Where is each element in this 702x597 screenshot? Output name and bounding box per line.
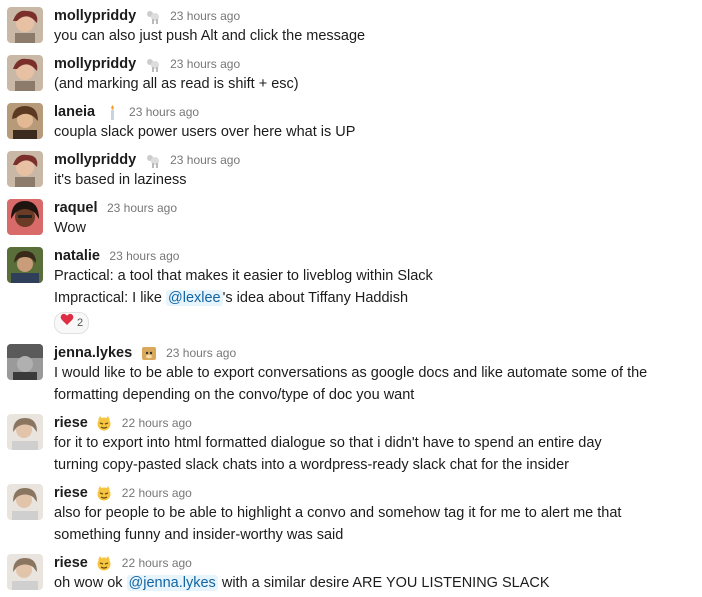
user-name[interactable]: mollypriddy bbox=[54, 8, 136, 24]
user-name[interactable]: natalie bbox=[54, 248, 100, 264]
timestamp[interactable]: 23 hours ago bbox=[107, 201, 177, 215]
timestamp[interactable]: 22 hours ago bbox=[122, 556, 192, 570]
message-text: formatting depending on the convo/type o… bbox=[54, 387, 415, 403]
message-text: also for people to be able to highlight … bbox=[54, 505, 622, 521]
message-text: turning copy-pasted slack chats into a w… bbox=[54, 457, 569, 473]
message-text: Practical: a tool that makes it easier t… bbox=[54, 268, 433, 284]
message-text: Impractical: I like @lexlee's idea about… bbox=[54, 287, 408, 309]
doge-icon bbox=[141, 345, 157, 361]
avatar[interactable] bbox=[7, 247, 43, 283]
avatar[interactable] bbox=[7, 414, 43, 450]
timestamp[interactable]: 22 hours ago bbox=[122, 416, 192, 430]
timestamp[interactable]: 23 hours ago bbox=[166, 346, 236, 360]
timestamp[interactable]: 22 hours ago bbox=[122, 486, 192, 500]
candle-icon bbox=[104, 104, 120, 120]
cat-face-icon bbox=[96, 485, 112, 501]
message-text: Wow bbox=[54, 220, 86, 236]
avatar[interactable] bbox=[7, 344, 43, 380]
avatar[interactable] bbox=[7, 199, 43, 235]
timestamp[interactable]: 23 hours ago bbox=[129, 105, 199, 119]
reaction-heart[interactable]: 2 bbox=[54, 312, 90, 334]
user-mention[interactable]: @jenna.lykes bbox=[126, 575, 218, 591]
message-text: it's based in laziness bbox=[54, 172, 187, 188]
message-text: for it to export into html formatted dia… bbox=[54, 435, 602, 451]
timestamp[interactable]: 23 hours ago bbox=[170, 153, 240, 167]
text-segment: Impractical: I like bbox=[54, 290, 166, 306]
avatar[interactable] bbox=[7, 103, 43, 139]
user-mention[interactable]: @lexlee bbox=[166, 290, 223, 306]
user-name[interactable]: mollypriddy bbox=[54, 152, 136, 168]
poodle-icon bbox=[145, 8, 161, 24]
message-text: something funny and insider-worthy was s… bbox=[54, 527, 344, 543]
message-text: (and marking all as read is shift + esc) bbox=[54, 76, 299, 92]
avatar[interactable] bbox=[7, 484, 43, 520]
avatar[interactable] bbox=[7, 554, 43, 590]
user-name[interactable]: riese bbox=[54, 415, 88, 431]
timestamp[interactable]: 23 hours ago bbox=[170, 9, 240, 23]
user-name[interactable]: raquel bbox=[54, 200, 98, 216]
user-name[interactable]: laneia bbox=[54, 104, 95, 120]
text-segment: with a similar desire ARE YOU LISTENING … bbox=[217, 575, 550, 591]
timestamp[interactable]: 23 hours ago bbox=[109, 249, 179, 263]
avatar[interactable] bbox=[7, 7, 43, 43]
message-text: coupla slack power users over here what … bbox=[54, 124, 356, 140]
message-text: oh wow ok @jenna.lykes with a similar de… bbox=[54, 572, 550, 594]
user-name[interactable]: mollypriddy bbox=[54, 56, 136, 72]
message-text: you can also just push Alt and click the… bbox=[54, 28, 366, 44]
text-segment: oh wow ok bbox=[54, 575, 127, 591]
poodle-icon bbox=[145, 56, 161, 72]
poodle-icon bbox=[145, 152, 161, 168]
text-segment: 's idea about Tiffany Haddish bbox=[222, 290, 409, 306]
user-name[interactable]: riese bbox=[54, 555, 88, 571]
avatar[interactable] bbox=[7, 55, 43, 91]
user-name[interactable]: jenna.lykes bbox=[54, 345, 132, 361]
heart-icon bbox=[60, 313, 74, 333]
cat-face-icon bbox=[96, 555, 112, 571]
cat-face-icon bbox=[96, 415, 112, 431]
user-name[interactable]: riese bbox=[54, 485, 88, 501]
message-text: I would like to be able to export conver… bbox=[54, 365, 648, 381]
reaction-count: 2 bbox=[77, 317, 84, 329]
avatar[interactable] bbox=[7, 151, 43, 187]
timestamp[interactable]: 23 hours ago bbox=[170, 57, 240, 71]
